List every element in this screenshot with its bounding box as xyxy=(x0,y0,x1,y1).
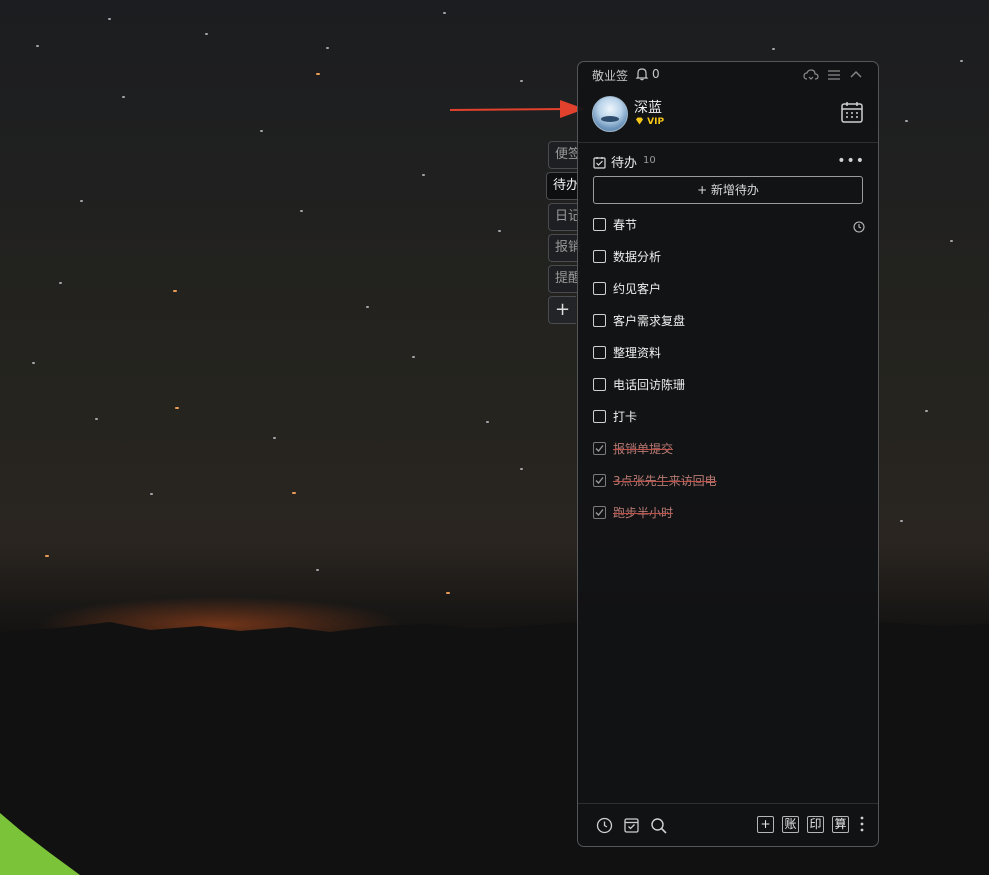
notification-count: 0 xyxy=(652,67,660,81)
todo-checkbox[interactable] xyxy=(593,346,606,359)
todo-item[interactable]: 打卡 xyxy=(593,406,865,438)
todo-text[interactable]: 电话回访陈珊 xyxy=(613,376,685,393)
avatar[interactable] xyxy=(592,96,628,132)
todo-text[interactable]: 整理资料 xyxy=(613,344,661,361)
todo-item[interactable]: 约见客户 xyxy=(593,278,865,310)
todo-text[interactable]: 跑步半小时 xyxy=(613,504,673,521)
todo-checkbox-checked[interactable] xyxy=(593,474,606,487)
todo-item[interactable]: 客户需求复盘 xyxy=(593,310,865,342)
vip-label: VIP xyxy=(647,117,665,127)
more-options-icon[interactable]: ••• xyxy=(837,153,865,169)
ledger-button[interactable]: 账 xyxy=(782,816,799,833)
todo-list: 春节 数据分析 约见客户 客户需求复盘 整理资料 电话回访陈珊 打卡 报销单提交… xyxy=(593,214,865,534)
todo-item[interactable]: 电话回访陈珊 xyxy=(593,374,865,406)
todo-item-done[interactable]: 报销单提交 xyxy=(593,438,865,470)
checklist-icon xyxy=(593,154,606,173)
todo-item[interactable]: 数据分析 xyxy=(593,246,865,278)
todo-item[interactable]: 春节 xyxy=(593,214,865,246)
todo-section-header: 待办 10 ••• xyxy=(593,152,865,172)
tab-reimbursement[interactable]: 报销 xyxy=(548,234,580,262)
reminder-clock-icon[interactable] xyxy=(853,218,865,237)
todo-text[interactable]: 数据分析 xyxy=(613,248,661,265)
tab-todo[interactable]: 待办 xyxy=(546,172,580,200)
todo-item-done[interactable]: 跑步半小时 xyxy=(593,502,865,534)
todo-text[interactable]: 报销单提交 xyxy=(613,440,673,457)
calendar-icon[interactable] xyxy=(840,100,864,128)
todo-checkbox[interactable] xyxy=(593,218,606,231)
add-tab-button[interactable]: + xyxy=(548,296,576,324)
todo-checkbox-checked[interactable] xyxy=(593,442,606,455)
todo-widget-panel: 敬业签 0 深蓝 VIP 待办 10 ••• + 新增待办 春节 数据分析 约见… xyxy=(577,61,879,847)
divider xyxy=(578,142,878,143)
divider xyxy=(578,803,878,804)
todo-checkbox[interactable] xyxy=(593,410,606,423)
user-profile[interactable]: 深蓝 VIP xyxy=(592,96,864,134)
todo-checkbox[interactable] xyxy=(593,282,606,295)
todo-checkbox[interactable] xyxy=(593,378,606,391)
section-title: 待办 xyxy=(611,156,638,171)
todo-checkbox[interactable] xyxy=(593,250,606,263)
todo-text[interactable]: 打卡 xyxy=(613,408,637,425)
tab-reminder[interactable]: 提醒 xyxy=(548,265,580,293)
chevron-up-icon[interactable] xyxy=(849,67,863,86)
todo-text[interactable]: 客户需求复盘 xyxy=(613,312,685,329)
bottom-toolbar: + 账 印 算 xyxy=(578,812,878,842)
add-button[interactable]: + xyxy=(757,816,774,833)
archive-icon[interactable] xyxy=(623,817,640,838)
tab-diary[interactable]: 日记 xyxy=(548,203,580,231)
todo-text[interactable]: 3点张先生来访回电 xyxy=(613,472,717,489)
title-bar: 敬业签 0 xyxy=(578,62,878,88)
annotation-arrow xyxy=(450,100,585,118)
search-icon[interactable] xyxy=(650,817,668,838)
grass-corner xyxy=(0,813,80,875)
app-name: 敬业签 xyxy=(592,69,629,83)
todo-text[interactable]: 约见客户 xyxy=(613,280,661,297)
todo-checkbox-checked[interactable] xyxy=(593,506,606,519)
category-tabs: 便签 待办 日记 报销 提醒 + xyxy=(546,141,580,327)
calculator-button[interactable]: 算 xyxy=(832,816,849,833)
more-vertical-icon[interactable] xyxy=(860,816,864,832)
todo-count: 10 xyxy=(643,155,656,166)
username: 深蓝 xyxy=(634,100,662,116)
cloud-sync-icon[interactable] xyxy=(803,67,819,86)
clock-icon[interactable] xyxy=(596,817,613,838)
diamond-icon xyxy=(636,117,643,125)
print-button[interactable]: 印 xyxy=(807,816,824,833)
vip-badge: VIP xyxy=(635,117,664,127)
menu-icon[interactable] xyxy=(827,67,841,86)
tab-notes[interactable]: 便签 xyxy=(548,141,580,169)
todo-item[interactable]: 整理资料 xyxy=(593,342,865,374)
bell-icon[interactable] xyxy=(635,66,649,85)
todo-text[interactable]: 春节 xyxy=(613,216,637,233)
todo-checkbox[interactable] xyxy=(593,314,606,327)
todo-item-done[interactable]: 3点张先生来访回电 xyxy=(593,470,865,502)
add-todo-button[interactable]: + 新增待办 xyxy=(593,176,863,204)
